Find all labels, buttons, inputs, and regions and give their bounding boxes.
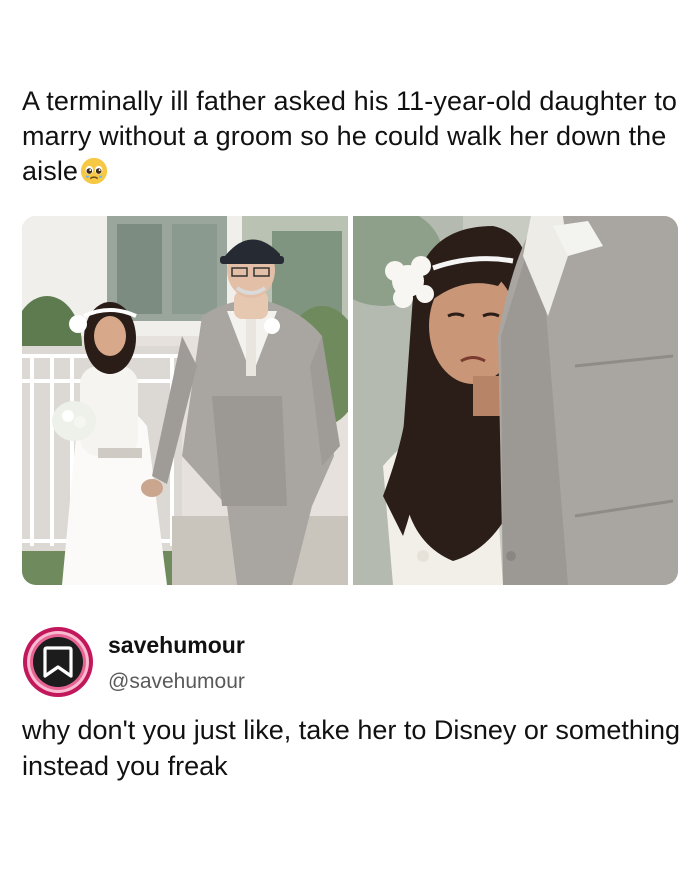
daughter-crying-closeup-photo[interactable] xyxy=(353,216,678,585)
display-name[interactable]: savehumour xyxy=(108,632,245,659)
father-and-daughter-walking-photo[interactable] xyxy=(22,216,348,585)
post-title-text: A terminally ill father asked his 11-yea… xyxy=(22,86,678,186)
photo-grid xyxy=(22,216,678,585)
tweet-text: why don't you just like, take her to Dis… xyxy=(22,715,680,781)
pleading-face-with-tears-icon xyxy=(80,157,108,185)
user-handle[interactable]: @savehumour xyxy=(108,670,245,694)
tweet-header: savehumour @savehumour xyxy=(22,626,422,698)
post-title: A terminally ill father asked his 11-yea… xyxy=(22,84,682,189)
avatar[interactable] xyxy=(22,626,94,698)
